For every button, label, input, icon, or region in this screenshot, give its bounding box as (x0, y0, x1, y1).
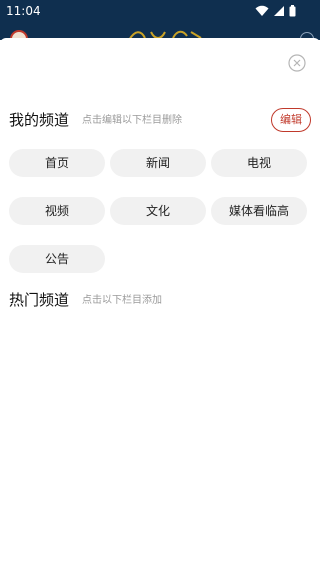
hot-channels-hint: 点击以下栏目添加 (82, 295, 162, 306)
channel-chip-news[interactable]: 新闻 (110, 149, 206, 177)
status-icons (255, 5, 296, 17)
status-time: 11:04 (6, 4, 41, 18)
channel-chip-home[interactable]: 首页 (9, 149, 105, 177)
channel-chip-media-lingao[interactable]: 媒体看临高 (211, 197, 307, 225)
channel-chip-tv[interactable]: 电视 (211, 149, 307, 177)
channel-chip-announcement[interactable]: 公告 (9, 245, 105, 273)
channel-chip-video[interactable]: 视频 (9, 197, 105, 225)
battery-icon (289, 5, 296, 17)
my-channels-hint: 点击编辑以下栏目删除 (82, 115, 182, 126)
signal-icon (274, 6, 285, 16)
hot-channels-title: 热门频道 (9, 291, 70, 309)
channel-chip-culture[interactable]: 文化 (110, 197, 206, 225)
edit-button[interactable]: 编辑 (271, 108, 311, 132)
status-bar: 11:04 (0, 0, 320, 22)
close-icon[interactable] (288, 54, 306, 72)
wifi-icon (255, 5, 269, 16)
my-channels-title: 我的频道 (9, 111, 70, 129)
